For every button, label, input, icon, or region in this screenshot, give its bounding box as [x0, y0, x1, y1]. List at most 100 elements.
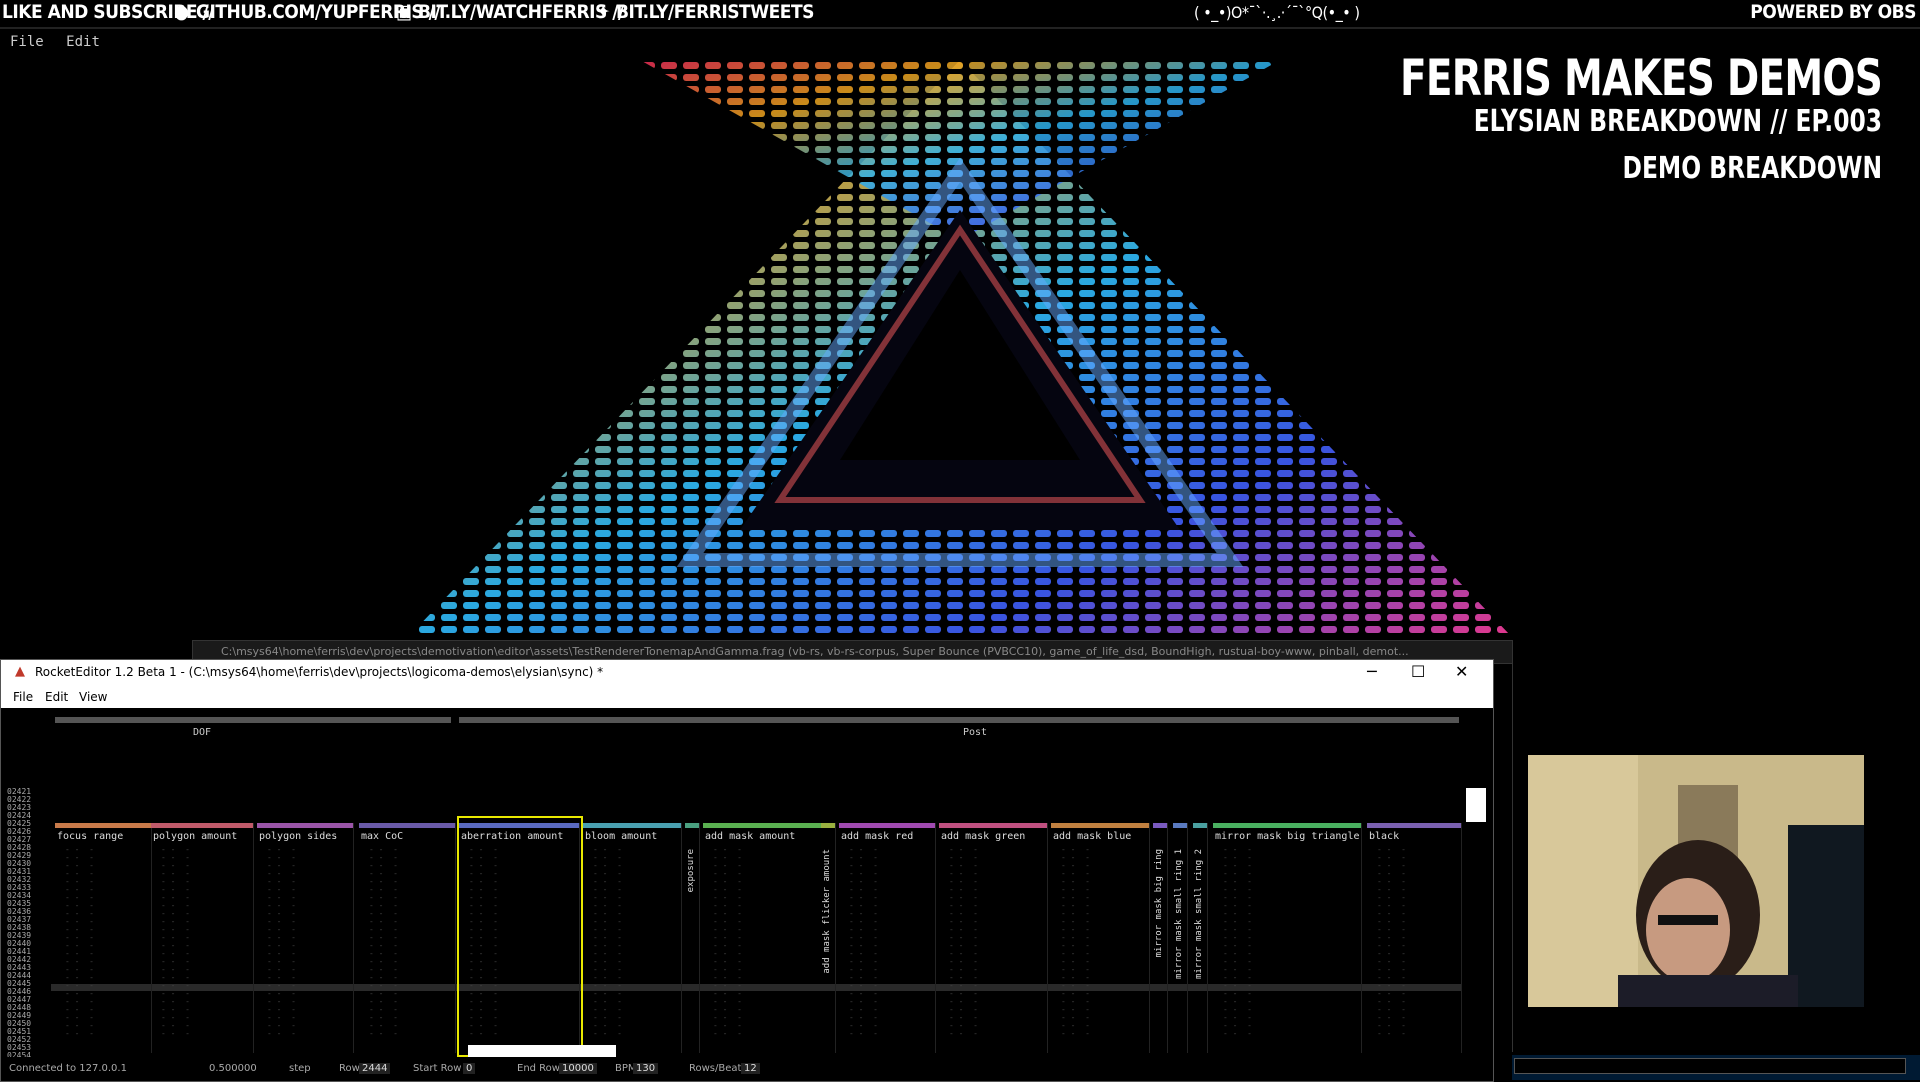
- track-color-bar: [1193, 823, 1207, 828]
- track-keys[interactable]: - - - - - - - - - - - - - - - - - - - - …: [1213, 846, 1361, 1038]
- track-color-bar: [1213, 823, 1361, 828]
- start-row-value[interactable]: 0: [463, 1063, 476, 1074]
- track-label[interactable]: exposure: [686, 849, 696, 892]
- key-value: 0.500000: [209, 1063, 257, 1074]
- track-label[interactable]: polygon sides: [257, 831, 353, 842]
- twitch-icon: ▣: [396, 1, 412, 23]
- track-color-bar: [55, 823, 151, 828]
- rocket-menubar: File Edit View: [1, 686, 1493, 708]
- track-color-bar: [939, 823, 1047, 828]
- track-color-bar: [839, 823, 935, 828]
- preview-menu-file[interactable]: File: [10, 34, 44, 50]
- track-color-bar: [1367, 823, 1461, 828]
- rocket-editor-window: ▲ RocketEditor 1.2 Beta 1 - (C:\msys64\h…: [0, 659, 1494, 1082]
- segment-title: DEMO BREAKDOWN: [1622, 151, 1882, 186]
- track-column[interactable]: max CoC - - - - - - - - - - - - - - - - -…: [359, 823, 456, 1053]
- twitter-link-text: BIT.LY/FERRISTWEETS: [616, 1, 814, 23]
- track-keys[interactable]: - - - - - - - - - - - - - - - - - - - - …: [1051, 846, 1149, 1038]
- track-keys[interactable]: - - - - - - - - - - - - - - - - - - - - …: [939, 846, 1047, 1038]
- rocket-titlebar[interactable]: ▲ RocketEditor 1.2 Beta 1 - (C:\msys64\h…: [1, 660, 1493, 686]
- row-label: Row: [339, 1063, 360, 1074]
- track-column[interactable]: mirror mask small ring 1: [1173, 823, 1188, 1053]
- track-column[interactable]: mirror mask big ring: [1153, 823, 1168, 1053]
- track-label[interactable]: add mask green: [939, 831, 1047, 842]
- track-column[interactable]: add mask amount - - - - - - - - - - - - -…: [703, 823, 836, 1053]
- track-keys[interactable]: - - - - - - - - - - - - - - - - - - - - …: [257, 846, 353, 1038]
- twitter-icon: ✦: [596, 1, 610, 23]
- track-keys[interactable]: - - - - - - - - - - - - - - - - - - - - …: [55, 846, 151, 1038]
- group-bar-post[interactable]: [459, 717, 1459, 723]
- track-label[interactable]: mirror mask big triangle: [1213, 831, 1361, 842]
- rocket-window-title: RocketEditor 1.2 Beta 1 - (C:\msys64\hom…: [35, 665, 604, 679]
- track-color-bar: [1153, 823, 1167, 828]
- track-column[interactable]: mirror mask small ring 2: [1193, 823, 1208, 1053]
- close-icon[interactable]: ✕: [1455, 662, 1468, 681]
- end-row-value[interactable]: 10000: [559, 1063, 597, 1074]
- row-number-column: 02421 02422 02423 02424 02425 02426 02427 02428…: [7, 788, 31, 1076]
- track-column[interactable]: bloom amount - - - - - - - - - - - - - - …: [583, 823, 682, 1053]
- track-label[interactable]: polygon amount: [151, 831, 253, 842]
- background-window-title: C:\msys64\home\ferris\dev\projects\demot…: [221, 645, 1409, 658]
- track-keys[interactable]: - - - - - - - - - - - - - - - - - - - - …: [583, 846, 681, 1038]
- track-color-bar: [1173, 823, 1187, 828]
- track-color-bar: [821, 823, 835, 828]
- rocket-app-icon: ▲: [15, 664, 25, 679]
- track-keys[interactable]: - - - - - - - - - - - - - - - - - - - - …: [359, 846, 455, 1038]
- group-label-post: Post: [963, 727, 988, 738]
- track-keys[interactable]: - - - - - - - - - - - - - - - - - - - - …: [703, 846, 835, 1038]
- track-column[interactable]: polygon sides - - - - - - - - - - - - - -…: [257, 823, 354, 1053]
- track-label[interactable]: mirror mask small ring 2: [1194, 849, 1204, 979]
- row-value[interactable]: 2444: [359, 1063, 391, 1074]
- track-label[interactable]: mirror mask small ring 1: [1174, 849, 1184, 979]
- track-column[interactable]: add mask red - - - - - - - - - - - - - - …: [839, 823, 936, 1053]
- end-row-label: End Row: [517, 1063, 560, 1074]
- track-label[interactable]: focus range: [55, 831, 151, 842]
- track-label[interactable]: max CoC: [359, 831, 455, 842]
- track-column[interactable]: mirror mask big triangle - - - - - - - - …: [1213, 823, 1362, 1053]
- maximize-icon[interactable]: ☐: [1411, 662, 1425, 681]
- vertical-scroll-thumb[interactable]: [1466, 788, 1486, 822]
- rocket-menu-edit[interactable]: Edit: [45, 690, 68, 704]
- ascii-art: ( •_•)O*¯`·.¸.·´¯`°Q(•_• ): [1194, 3, 1360, 22]
- track-color-bar: [583, 823, 681, 828]
- preview-menubar: File Edit: [10, 34, 114, 50]
- track-color-bar: [685, 823, 699, 828]
- taskbar-field: [1514, 1058, 1906, 1074]
- preview-menu-edit[interactable]: Edit: [66, 34, 100, 50]
- minimize-icon[interactable]: ─: [1367, 662, 1377, 681]
- track-column[interactable]: black - - - - - - - - - - - - - - - - - -…: [1367, 823, 1462, 1053]
- track-color-bar: [703, 823, 835, 828]
- track-label[interactable]: add mask flicker amount: [822, 849, 832, 974]
- group-bar-dof[interactable]: [55, 717, 451, 723]
- start-row-label: Start Row: [413, 1063, 462, 1074]
- connection-status: Connected to 127.0.0.1: [9, 1063, 127, 1074]
- rows-per-beat-label: Rows/Beat: [689, 1063, 742, 1074]
- track-keys[interactable]: - - - - - - - - - - - - - - - - - - - - …: [1367, 846, 1461, 1038]
- track-label[interactable]: add mask blue: [1051, 831, 1149, 842]
- track-column[interactable]: add mask green - - - - - - - - - - - - - …: [939, 823, 1048, 1053]
- track-column[interactable]: polygon amount - - - - - - - - - - - - - …: [151, 823, 254, 1053]
- rocket-menu-file[interactable]: File: [13, 690, 33, 704]
- github-icon: ●: [174, 1, 189, 23]
- track-label[interactable]: add mask red: [839, 831, 935, 842]
- track-label[interactable]: add mask amount: [703, 831, 835, 842]
- rocket-menu-view[interactable]: View: [79, 690, 107, 704]
- track-keys[interactable]: - - - - - - - - - - - - - - - - - - - - …: [839, 846, 935, 1038]
- track-label[interactable]: black: [1367, 831, 1461, 842]
- stream-overlay-bar: LIKE AND SUBSCRIBE // ● GITHUB.COM/YUPFE…: [0, 0, 1920, 29]
- bpm-value[interactable]: 130: [633, 1063, 659, 1074]
- group-label-dof: DOF: [193, 727, 212, 738]
- track-column[interactable]: add mask blue - - - - - - - - - - - - - -…: [1051, 823, 1150, 1053]
- interpolation-mode: step: [289, 1063, 311, 1074]
- tracker-grid[interactable]: DOF Post 02421 02422 02423 02424 02425 02426 0…: [1, 708, 1493, 1076]
- track-keys[interactable]: - - - - - - - - - - - - - - - - - - - - …: [151, 846, 253, 1038]
- track-label[interactable]: mirror mask big ring: [1154, 849, 1164, 957]
- rows-per-beat-value[interactable]: 12: [741, 1063, 760, 1074]
- episode-subtitle: ELYSIAN BREAKDOWN // EP.003: [1473, 104, 1882, 139]
- track-label[interactable]: bloom amount: [583, 831, 681, 842]
- twitch-link-text: BIT.LY/WATCHFERRIS //: [418, 1, 624, 23]
- track-column[interactable]: focus range - - - - - - - - - - - - - - -…: [55, 823, 152, 1053]
- track-column[interactable]: add mask flicker amount: [821, 823, 836, 1053]
- show-title: FERRIS MAKES DEMOS: [1399, 49, 1883, 107]
- track-column[interactable]: exposure: [685, 823, 700, 1053]
